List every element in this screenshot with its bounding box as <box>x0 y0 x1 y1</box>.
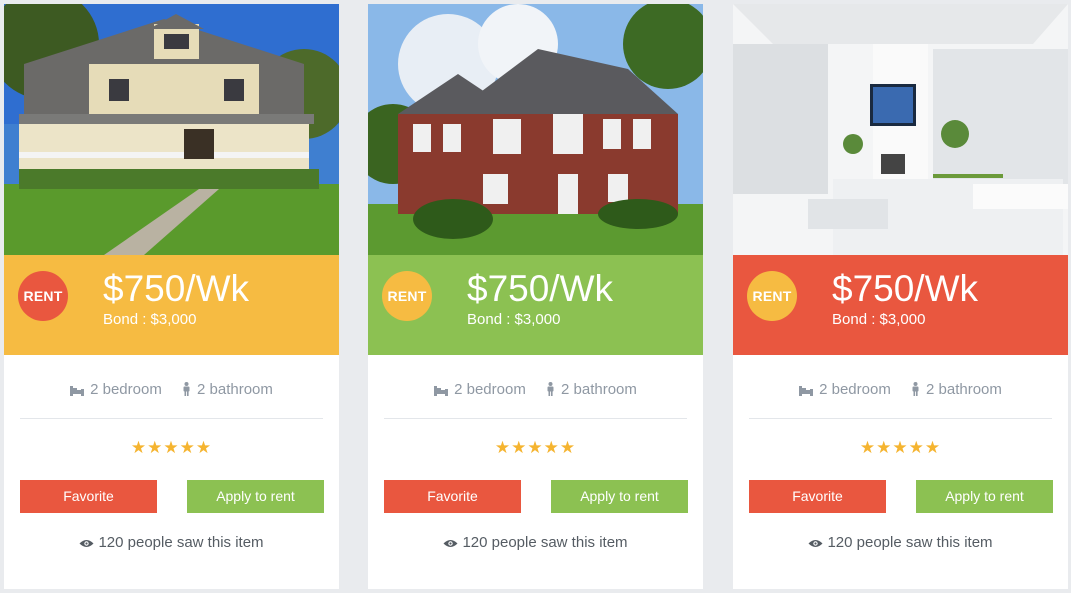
features: 2 bedroom 2 bathroom <box>368 380 703 404</box>
features: 2 bedroom 2 bathroom <box>733 380 1068 404</box>
price-band: RENT $750/Wk Bond : $3,000 <box>733 255 1068 355</box>
star-rating: ★★★★★ <box>859 438 942 457</box>
bed-icon <box>799 385 814 396</box>
apply-to-rent-button[interactable]: Apply to rent <box>916 480 1053 513</box>
apply-to-rent-button[interactable]: Apply to rent <box>551 480 688 513</box>
price: $750/Wk <box>832 268 979 309</box>
price-band: RENT $750/Wk Bond : $3,000 <box>4 255 339 355</box>
bathroom-count: 2 bathroom <box>926 380 1002 398</box>
star-rating: ★★★★★ <box>130 438 213 457</box>
favorite-button[interactable]: Favorite <box>384 480 521 513</box>
favorite-button[interactable]: Favorite <box>20 480 157 513</box>
property-card: RENT $750/Wk Bond : $3,000 2 bedroom 2 b… <box>4 4 339 589</box>
rent-badge: RENT <box>747 271 797 321</box>
features: 2 bedroom 2 bathroom <box>4 380 339 404</box>
bathroom-feature: 2 bathroom <box>182 381 273 398</box>
bedroom-count: 2 bedroom <box>454 380 526 398</box>
property-photo-brick-house[interactable] <box>368 4 703 255</box>
bathroom-feature: 2 bathroom <box>911 381 1002 398</box>
property-card: RENT $750/Wk Bond : $3,000 2 bedroom 2 b… <box>733 4 1068 589</box>
rent-badge: RENT <box>382 271 432 321</box>
view-count: 120 people saw this item <box>368 534 703 551</box>
rent-badge: RENT <box>18 271 68 321</box>
price: $750/Wk <box>467 268 614 309</box>
view-count-text: 120 people saw this item <box>98 534 264 551</box>
bathroom-count: 2 bathroom <box>561 380 637 398</box>
star-rating: ★★★★★ <box>494 438 577 457</box>
apply-to-rent-button[interactable]: Apply to rent <box>187 480 324 513</box>
bedroom-count: 2 bedroom <box>819 380 891 398</box>
view-count: 120 people saw this item <box>4 534 339 551</box>
person-icon <box>547 381 554 396</box>
divider <box>384 418 687 419</box>
person-icon <box>183 381 190 396</box>
eye-icon <box>443 540 458 547</box>
eye-icon <box>808 540 823 547</box>
person-icon <box>912 381 919 396</box>
property-photo-white-interior[interactable] <box>733 4 1068 255</box>
price-band: RENT $750/Wk Bond : $3,000 <box>368 255 703 355</box>
divider <box>749 418 1052 419</box>
bond: Bond : $3,000 <box>467 311 561 328</box>
price: $750/Wk <box>103 268 250 309</box>
eye-icon <box>79 540 94 547</box>
bed-icon <box>70 385 85 396</box>
bathroom-count: 2 bathroom <box>197 380 273 398</box>
property-photo-house-porch[interactable] <box>4 4 339 255</box>
bedroom-feature: 2 bedroom <box>799 381 891 398</box>
divider <box>20 418 323 419</box>
bedroom-count: 2 bedroom <box>90 380 162 398</box>
bedroom-feature: 2 bedroom <box>70 381 162 398</box>
view-count: 120 people saw this item <box>733 534 1068 551</box>
favorite-button[interactable]: Favorite <box>749 480 886 513</box>
property-card: RENT $750/Wk Bond : $3,000 2 bedroom 2 b… <box>368 4 703 589</box>
bed-icon <box>434 385 449 396</box>
view-count-text: 120 people saw this item <box>462 534 628 551</box>
bedroom-feature: 2 bedroom <box>434 381 526 398</box>
bond: Bond : $3,000 <box>103 311 197 328</box>
view-count-text: 120 people saw this item <box>827 534 993 551</box>
bathroom-feature: 2 bathroom <box>546 381 637 398</box>
bond: Bond : $3,000 <box>832 311 926 328</box>
